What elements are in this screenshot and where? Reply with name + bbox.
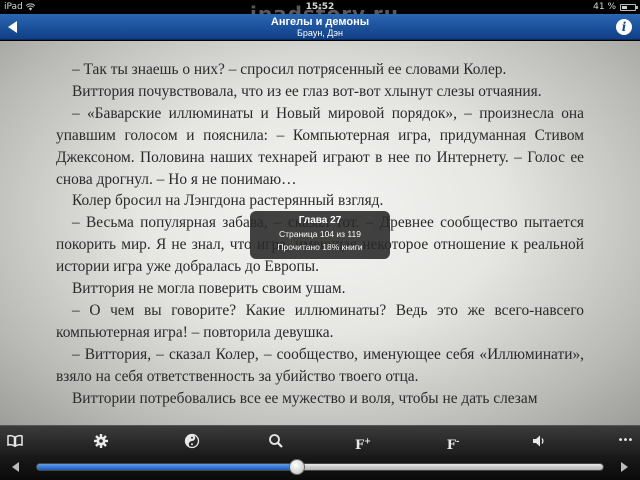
paragraph: – О чем вы говорите? Какие иллюминаты? В…: [56, 301, 584, 341]
read-percentage: Прочитано 18% книги: [277, 242, 363, 252]
page-counter: Страница 104 из 119: [279, 229, 361, 239]
paragraph: – «Баварские иллюминаты и Новый мировой …: [56, 104, 584, 188]
font-increase-sign: +: [364, 436, 371, 446]
paragraph: Виттории потребовались все ее мужество и…: [72, 389, 538, 407]
battery-fill: [622, 6, 627, 9]
page-slider-thumb[interactable]: [289, 459, 306, 475]
font-decrease-button[interactable]: F-: [442, 430, 464, 454]
settings-gear-icon[interactable]: [90, 430, 112, 452]
font-decrease-sign: -: [455, 436, 460, 446]
font-decrease-label: F: [446, 438, 456, 454]
page-slider-bar: [0, 455, 640, 480]
battery-icon: [620, 4, 638, 11]
paragraph: Виттория почувствовала, что из ее глаз в…: [72, 82, 542, 100]
chapter-progress-popup: Глава 27 Страница 104 из 119 Прочитано 1…: [250, 211, 390, 259]
font-increase-button[interactable]: F+: [352, 430, 374, 454]
font-increase-label: F: [355, 438, 365, 454]
navigation-bar: Ангелы и демоны Браун, Дэн i: [0, 14, 640, 40]
paragraph: Колер бросил на Лэнгдона растерянный взг…: [72, 192, 384, 210]
book-heading: Ангелы и демоны Браун, Дэн: [0, 16, 640, 39]
page-slider-fill: [37, 464, 298, 470]
page-slider-track[interactable]: [36, 459, 604, 475]
search-icon[interactable]: [265, 430, 287, 452]
speaker-icon[interactable]: [528, 430, 550, 452]
more-options-icon[interactable]: •••: [614, 430, 636, 452]
library-book-icon[interactable]: [4, 430, 26, 452]
paragraph: – Виттория, – сказал Колер, – сообщество…: [56, 345, 584, 385]
paragraph: – Так ты знаешь о них? – спросил потрясе…: [72, 61, 507, 78]
bottom-toolbar: F+ F- •••: [0, 425, 640, 455]
paragraph: Виттория не могла поверить своим ушам.: [72, 280, 346, 298]
battery-percentage: 41 %: [593, 2, 616, 12]
day-night-mode-icon[interactable]: [181, 430, 203, 452]
previous-page-arrow-icon[interactable]: [10, 461, 22, 473]
book-author: Браун, Дэн: [297, 28, 343, 38]
chapter-label: Глава 27: [298, 215, 342, 226]
next-page-arrow-icon[interactable]: [618, 461, 630, 473]
book-title: Ангелы и демоны: [270, 16, 370, 28]
info-icon[interactable]: i: [616, 19, 632, 35]
